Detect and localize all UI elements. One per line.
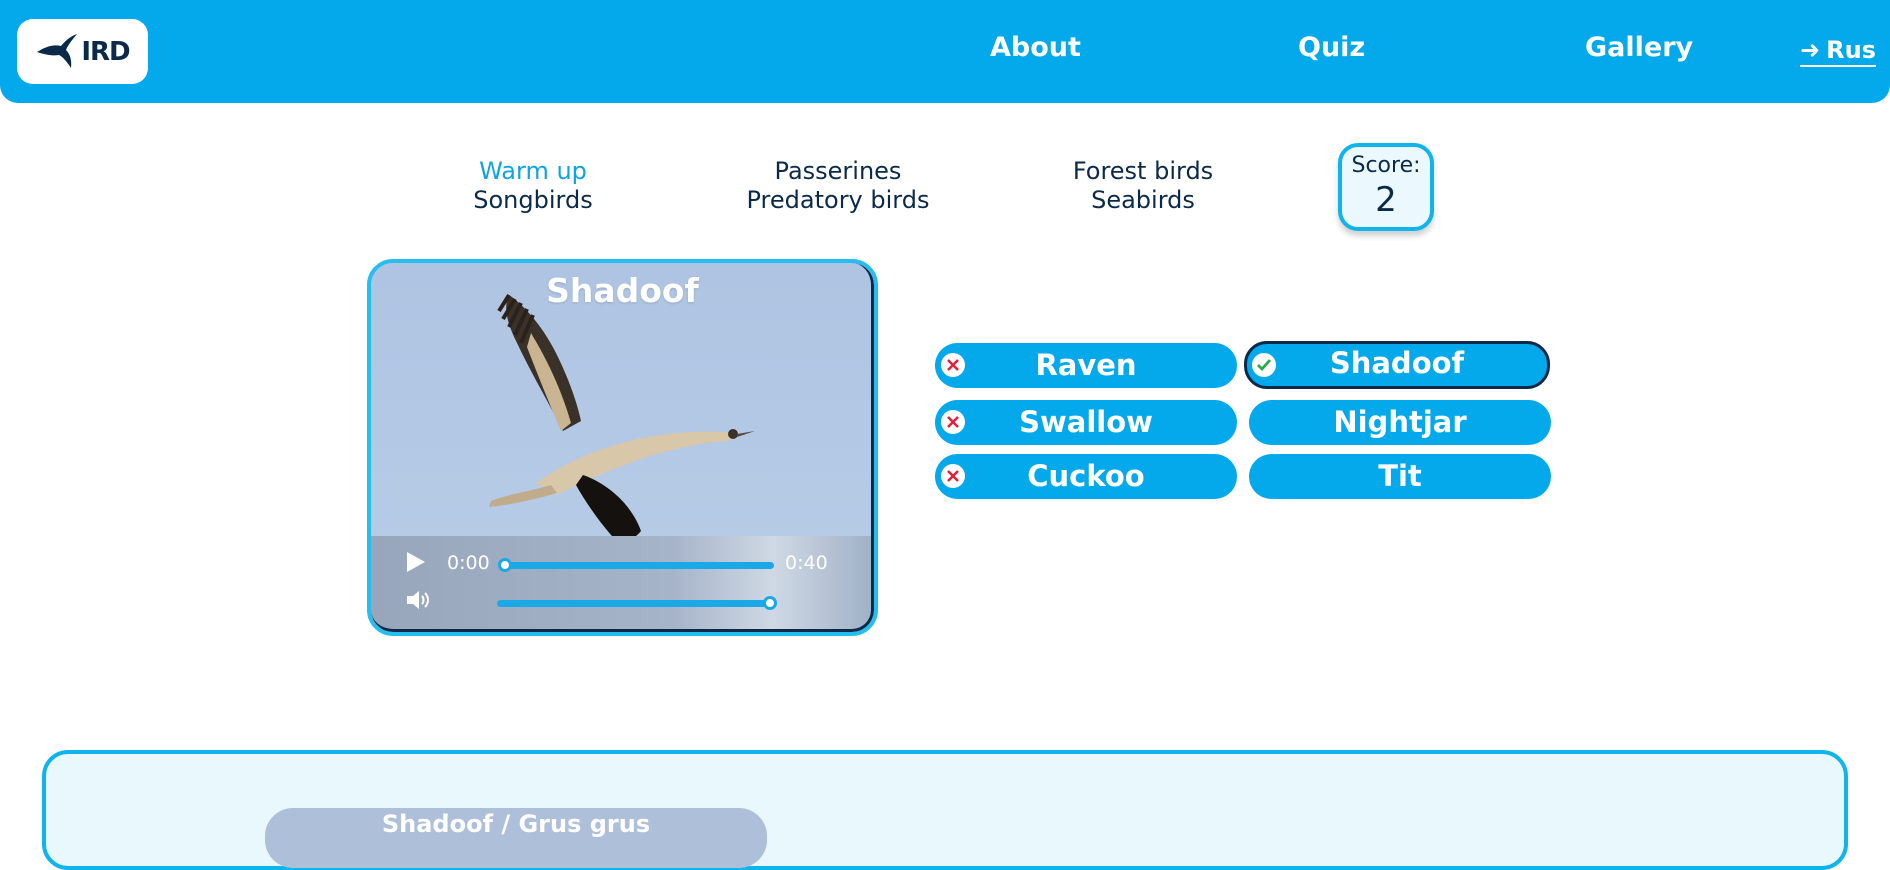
category-group-3: Forest birds Seabirds (1063, 157, 1223, 215)
swallow-icon (37, 33, 78, 68)
media-title: Shadoof (546, 271, 699, 310)
cross-icon (941, 410, 965, 434)
volume-track[interactable] (497, 596, 777, 610)
answer-label: Raven (1035, 348, 1137, 382)
nav-about[interactable]: About (990, 32, 1081, 63)
category-group-1: Warm up Songbirds (455, 157, 611, 215)
progress-track[interactable] (498, 558, 774, 572)
language-label: Rus (1826, 36, 1876, 64)
nav-gallery[interactable]: Gallery (1585, 32, 1693, 63)
score-value: 2 (1375, 180, 1397, 220)
arrow-right-icon: ➜ (1800, 36, 1821, 64)
answer-label: Swallow (1019, 405, 1153, 439)
cross-icon (941, 464, 965, 488)
site-logo[interactable]: IRD (17, 19, 148, 84)
answer-label: Shadoof (1329, 346, 1465, 380)
answer-cuckoo-button[interactable]: Cuckoo (935, 454, 1237, 499)
answer-shadoof-button[interactable]: Shadoof (1244, 341, 1550, 389)
bird-info-panel: Shadoof / Grus grus (42, 750, 1848, 870)
answer-label: Cuckoo (1027, 459, 1145, 493)
score-box: Score: 2 (1338, 143, 1434, 231)
audio-player: 0:00 0:40 (371, 536, 874, 632)
tab-predatory-birds[interactable]: Predatory birds (734, 186, 942, 215)
volume-handle[interactable] (763, 596, 777, 610)
tab-seabirds[interactable]: Seabirds (1063, 186, 1223, 215)
score-label: Score: (1351, 153, 1421, 178)
answer-tit-button[interactable]: Tit (1249, 454, 1551, 499)
tab-passerines[interactable]: Passerines (734, 157, 942, 186)
bird-info-title: Shadoof / Grus grus (265, 808, 767, 868)
category-group-2: Passerines Predatory birds (734, 157, 942, 215)
logo-text: IRD (81, 36, 130, 67)
answer-label: Nightjar (1333, 405, 1467, 439)
progress-handle[interactable] (498, 558, 512, 572)
answer-raven-button[interactable]: Raven (935, 343, 1237, 388)
nav-quiz[interactable]: Quiz (1298, 32, 1365, 63)
answer-swallow-button[interactable]: Swallow (935, 400, 1237, 445)
answer-nightjar-button[interactable]: Nightjar (1249, 400, 1551, 445)
play-icon[interactable] (405, 550, 427, 574)
cross-icon (941, 353, 965, 377)
top-navigation-bar: IRD About Quiz Gallery ➜ Rus (0, 0, 1890, 103)
tab-songbirds[interactable]: Songbirds (455, 186, 611, 215)
current-time: 0:00 (447, 552, 490, 574)
volume-icon[interactable] (405, 588, 433, 612)
check-icon (1252, 353, 1276, 377)
language-switch-link[interactable]: ➜ Rus (1800, 36, 1876, 67)
answer-label: Tit (1378, 459, 1422, 493)
tab-forest-birds[interactable]: Forest birds (1063, 157, 1223, 186)
tab-warm-up[interactable]: Warm up (455, 157, 611, 186)
bird-media-card: Shadoof 0:00 0:40 (367, 259, 878, 636)
total-time: 0:40 (785, 552, 828, 574)
